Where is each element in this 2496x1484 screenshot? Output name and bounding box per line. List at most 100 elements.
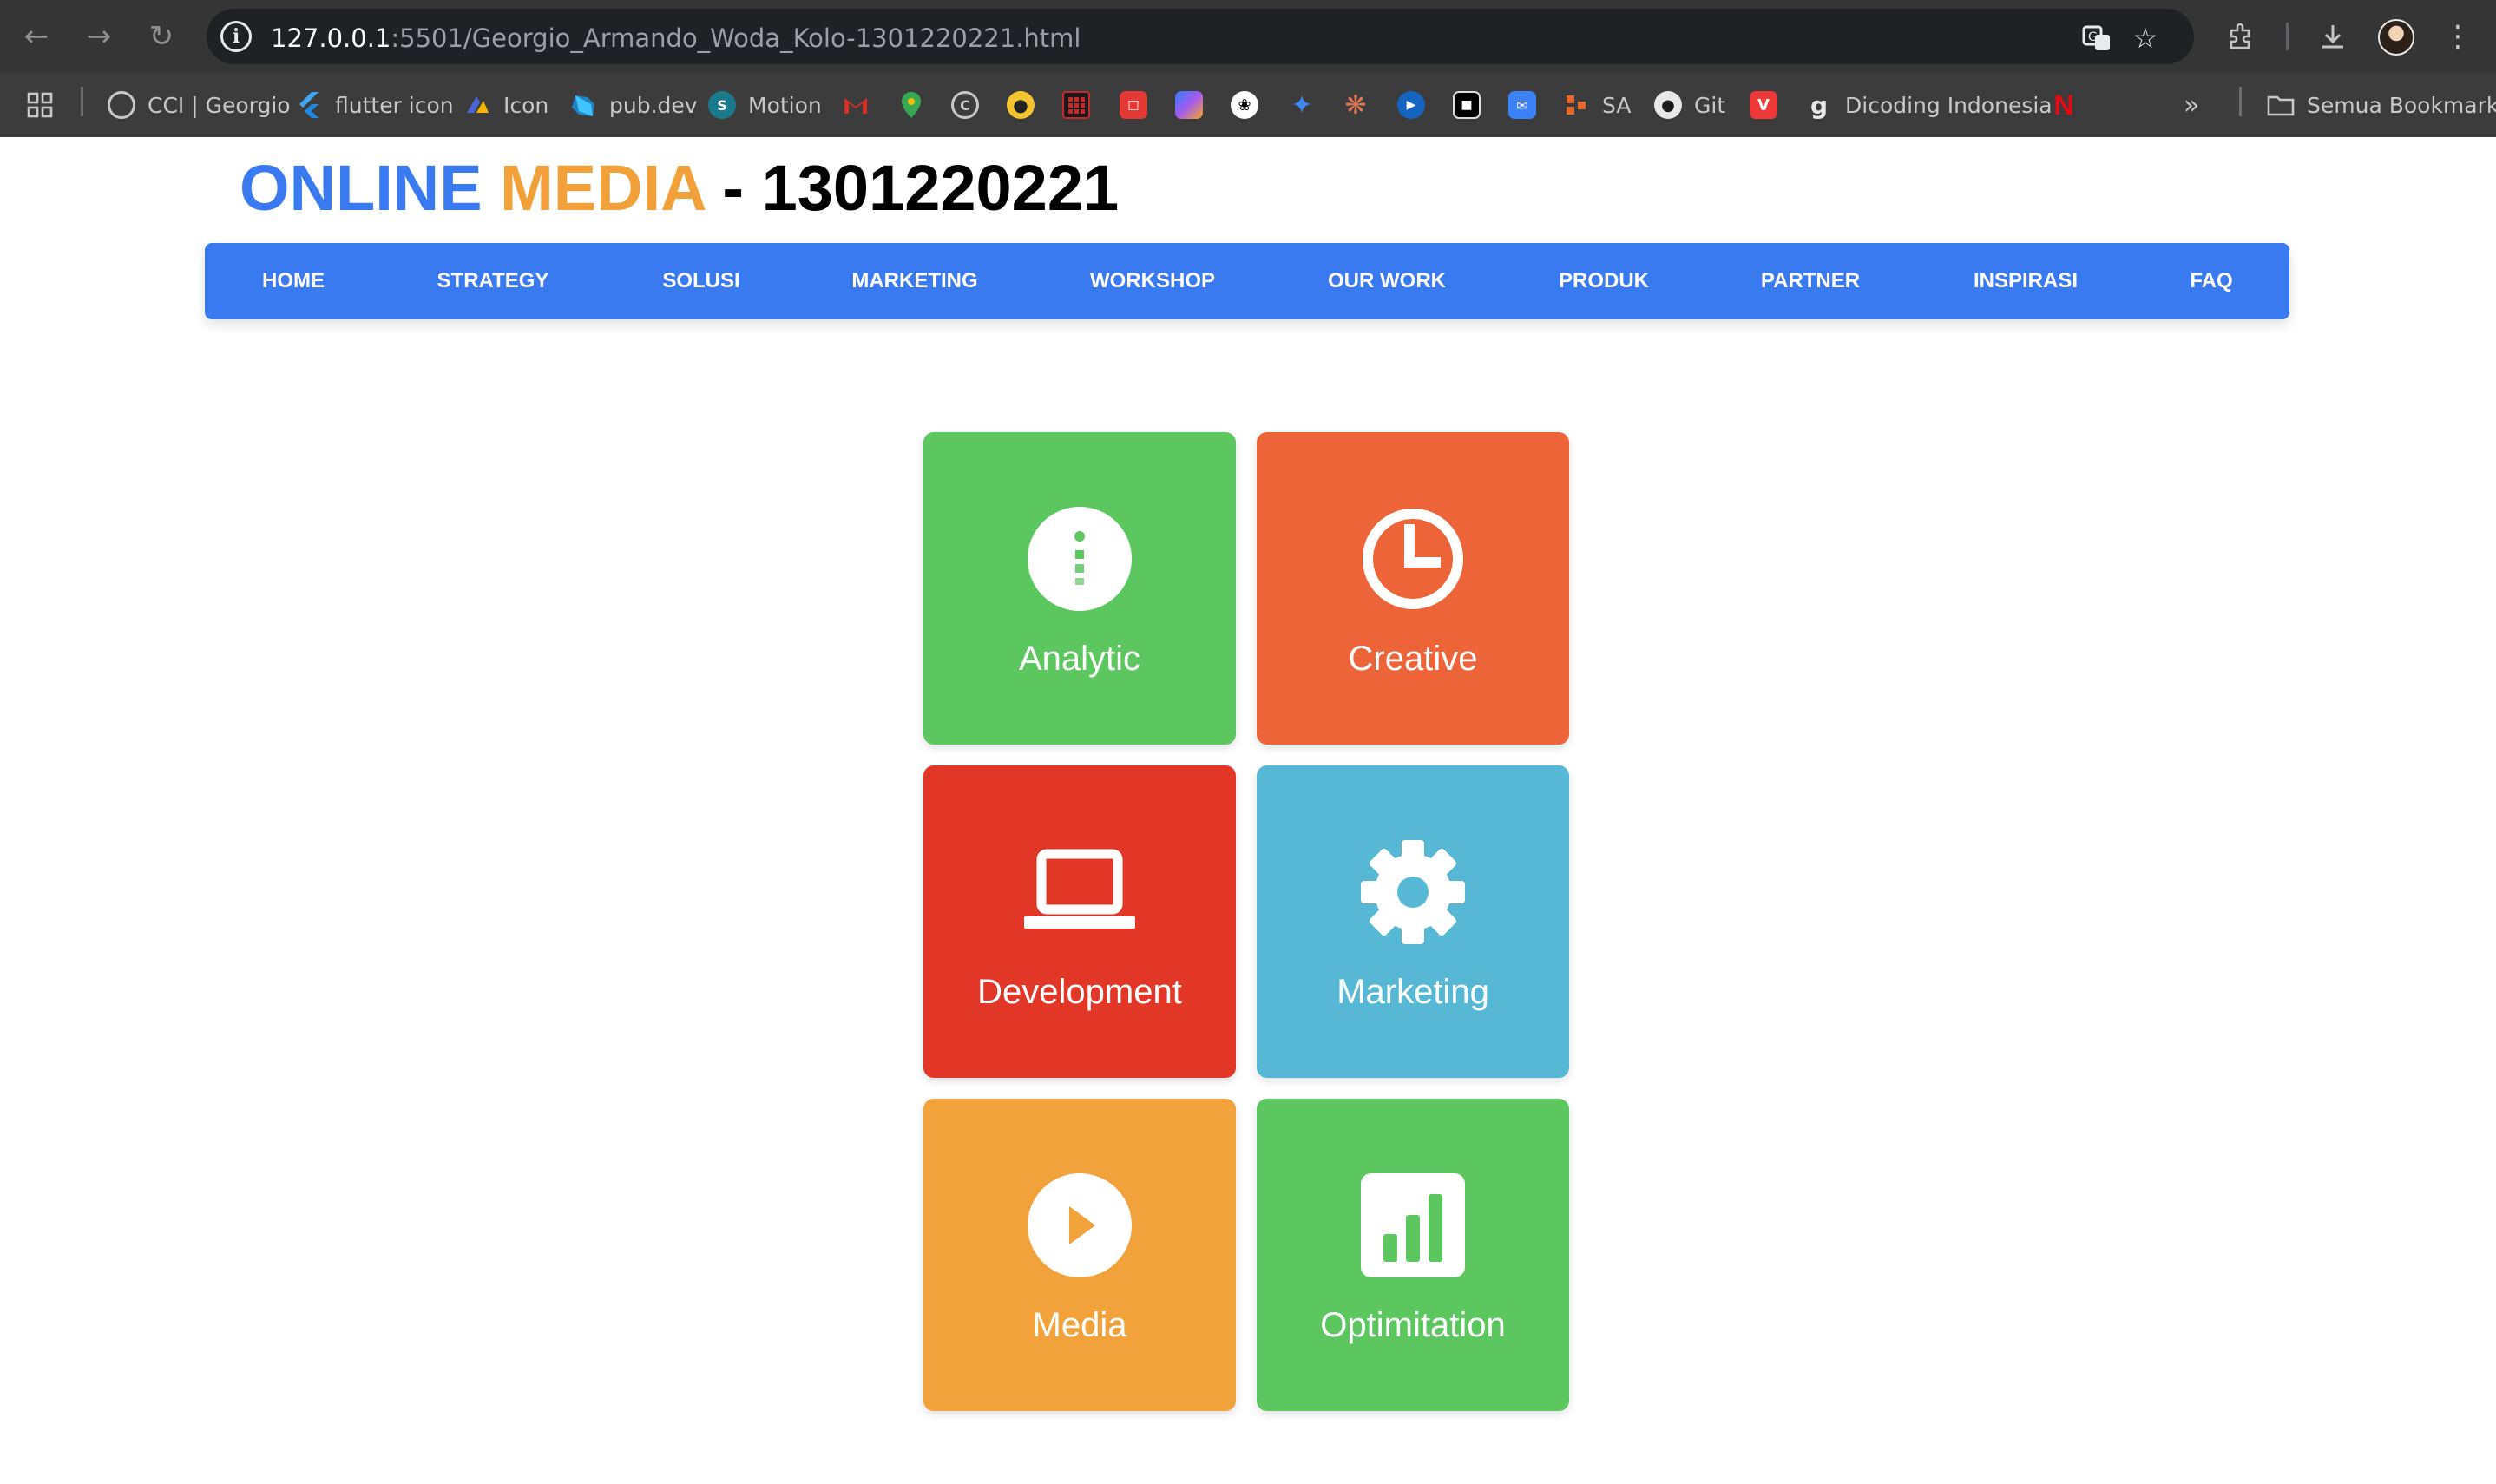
forward-icon[interactable]: → <box>78 16 120 57</box>
bookmark-sa[interactable]: SA <box>1562 87 1631 123</box>
tile-label: Analytic <box>1018 640 1141 678</box>
folder-icon <box>2267 91 2295 119</box>
tile-optimitation[interactable]: Optimitation <box>1257 1099 1569 1411</box>
title-media: MEDIA <box>500 152 705 224</box>
calendar-icon: □ <box>1120 91 1147 119</box>
page-content: ONLINE MEDIA - 1301220221 HOME STRATEGY … <box>0 137 2496 1484</box>
bookmark-app-grid[interactable] <box>1062 87 1090 123</box>
extensions-icon[interactable] <box>2220 16 2262 57</box>
bookmark-label: SA <box>1602 92 1632 118</box>
bookmarks-divider <box>81 87 83 116</box>
bookmark-player[interactable]: ▶ <box>1397 87 1425 123</box>
bookmark-cci-georgio[interactable]: CCI | Georgio <box>108 87 291 123</box>
tile-label: Optimitation <box>1320 1306 1506 1344</box>
apps-grid-icon[interactable] <box>26 87 54 123</box>
browser-toolbar: ← → ↻ i 127.0.0.1:5501/Georgio_Armando_W… <box>0 0 2496 73</box>
bookmarks-overflow-icon[interactable]: » <box>2184 87 2199 123</box>
sa-icon <box>1562 91 1590 119</box>
nav-solusi[interactable]: SOLUSI <box>662 243 739 319</box>
bookmark-maps[interactable] <box>897 87 925 123</box>
vivaldi-icon: V <box>1750 91 1777 119</box>
bookmark-netflix[interactable]: N <box>2050 87 2078 123</box>
all-bookmarks-folder[interactable]: Semua Bookmark <box>2267 87 2496 123</box>
bookmarks-divider-right <box>2239 87 2242 116</box>
tile-development[interactable]: Development <box>923 765 1236 1078</box>
play-circle-icon <box>1028 1173 1132 1277</box>
github-icon: ● <box>1654 91 1682 119</box>
nav-home[interactable]: HOME <box>262 243 325 319</box>
main-navigation: HOME STRATEGY SOLUSI MARKETING WORKSHOP … <box>205 243 2289 319</box>
tile-label: Creative <box>1348 640 1478 678</box>
clock-icon <box>1363 509 1463 609</box>
tile-marketing[interactable]: Marketing <box>1257 765 1569 1078</box>
globe-icon <box>108 91 135 119</box>
nav-faq[interactable]: FAQ <box>2190 243 2232 319</box>
capcut-icon: ■ <box>1453 91 1481 119</box>
bookmark-claude[interactable]: ❋ <box>1342 87 1370 123</box>
reload-icon[interactable]: ↻ <box>141 16 182 57</box>
url-path: :5501/Georgio_Armando_Woda_Kolo-13012202… <box>391 23 1081 53</box>
bookmark-capcut[interactable]: ■ <box>1453 87 1481 123</box>
site-title: ONLINE MEDIA - 1301220221 <box>240 149 1119 227</box>
tile-media[interactable]: Media <box>923 1099 1236 1411</box>
bookmark-clock-site[interactable]: C <box>951 87 979 123</box>
bookmark-gemini[interactable]: ✦ <box>1288 87 1316 123</box>
nav-partner[interactable]: PARTNER <box>1761 243 1860 319</box>
bookmark-label: Motion <box>748 92 822 118</box>
bookmark-flutter-icon[interactable]: flutter icon <box>295 87 454 123</box>
bookmark-mail-site[interactable]: ✉ <box>1508 87 1536 123</box>
motion-icon: S <box>708 91 736 119</box>
dart-icon <box>569 91 597 119</box>
address-bar[interactable]: i 127.0.0.1:5501/Georgio_Armando_Woda_Ko… <box>207 9 2194 64</box>
bookmark-football[interactable]: ● <box>1007 87 1035 123</box>
nav-inspirasi[interactable]: INSPIRASI <box>1974 243 2078 319</box>
bar-chart-icon <box>1361 1173 1465 1277</box>
bookmark-gmail[interactable] <box>842 87 870 123</box>
app-grid-icon <box>1062 91 1090 119</box>
bookmark-label: Dicoding Indonesia <box>1845 92 2053 118</box>
icon-site-icon <box>463 91 491 119</box>
url-host: 127.0.0.1 <box>271 23 391 53</box>
bookmark-copilot[interactable] <box>1175 87 1203 123</box>
tile-label: Media <box>1032 1306 1127 1344</box>
title-student-id: - 1301220221 <box>704 152 1120 224</box>
tile-creative[interactable]: Creative <box>1257 432 1569 745</box>
bookmark-openai[interactable]: ❀ <box>1231 87 1258 123</box>
bookmark-dicoding[interactable]: g Dicoding Indonesia <box>1805 87 2053 123</box>
play-icon: ▶ <box>1397 91 1425 119</box>
translate-icon[interactable]: G <box>2079 21 2114 56</box>
bookmark-label: flutter icon <box>335 92 454 118</box>
gear-icon <box>1361 840 1465 944</box>
nav-marketing[interactable]: MARKETING <box>851 243 977 319</box>
dicoding-icon: g <box>1810 90 1829 120</box>
maps-icon <box>897 91 925 119</box>
toolbar-divider <box>2286 23 2289 50</box>
mail-icon: ✉ <box>1508 91 1536 119</box>
nav-produk[interactable]: PRODUK <box>1559 243 1649 319</box>
menu-kebab-icon[interactable]: ⋮ <box>2437 16 2479 57</box>
download-icon[interactable] <box>2312 16 2354 57</box>
profile-avatar[interactable] <box>2378 19 2414 56</box>
url-text[interactable]: 127.0.0.1:5501/Georgio_Armando_Woda_Kolo… <box>271 23 1081 54</box>
bookmark-label: pub.dev <box>609 92 698 118</box>
flutter-icon <box>295 91 323 119</box>
tile-analytic[interactable]: Analytic <box>923 432 1236 745</box>
openai-icon: ❀ <box>1231 91 1258 119</box>
bookmark-calendar-site[interactable]: □ <box>1120 87 1147 123</box>
nav-workshop[interactable]: WORKSHOP <box>1090 243 1215 319</box>
claude-icon: ❋ <box>1344 89 1367 121</box>
bookmark-pub-dev[interactable]: pub.dev <box>569 87 698 123</box>
tile-label: Marketing <box>1337 973 1489 1011</box>
nav-strategy[interactable]: STRATEGY <box>437 243 549 319</box>
bookmark-motion[interactable]: S Motion <box>708 87 822 123</box>
tile-label: Development <box>977 973 1182 1011</box>
bookmark-star-icon[interactable]: ☆ <box>2128 21 2163 56</box>
bookmark-git[interactable]: ● Git <box>1654 87 1725 123</box>
all-bookmarks-label: Semua Bookmark <box>2307 92 2496 118</box>
bookmark-icon-site[interactable]: Icon <box>463 87 548 123</box>
bookmark-vivaldi[interactable]: V <box>1750 87 1777 123</box>
back-icon[interactable]: ← <box>16 16 57 57</box>
copilot-icon <box>1175 91 1203 119</box>
nav-our-work[interactable]: OUR WORK <box>1328 243 1446 319</box>
site-info-icon[interactable]: i <box>220 21 252 52</box>
